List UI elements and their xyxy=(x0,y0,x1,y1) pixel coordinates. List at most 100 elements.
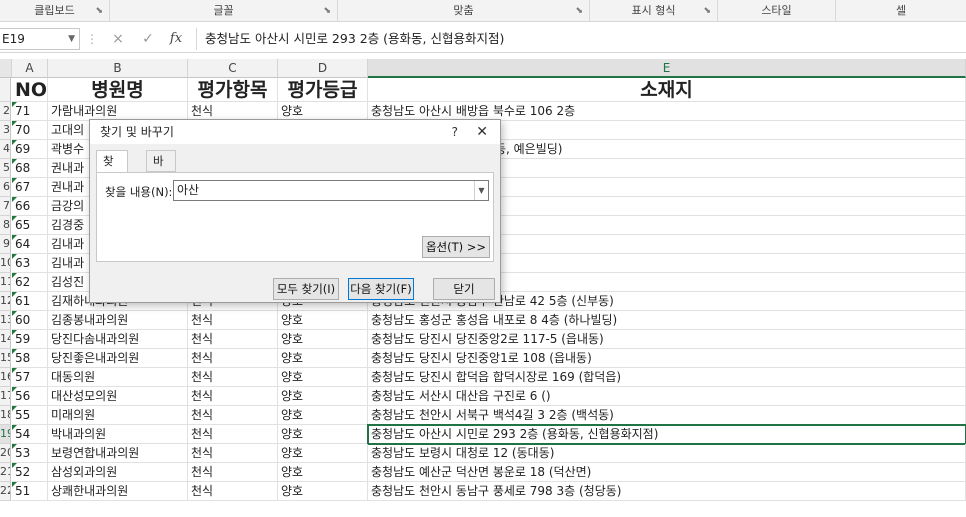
cell-no[interactable]: 51 xyxy=(12,482,48,501)
close-button[interactable]: 닫기 xyxy=(433,278,495,300)
row-header[interactable]: 7 xyxy=(0,197,11,216)
cell-no[interactable]: 54 xyxy=(12,425,48,444)
cell-eval-item[interactable]: 천식 xyxy=(188,406,278,425)
header-eval-item[interactable]: 평가항목 xyxy=(188,78,278,102)
options-button[interactable]: 옵션(T) >> xyxy=(422,236,490,258)
chevron-down-icon[interactable]: ▼ xyxy=(68,29,75,49)
cell-no[interactable]: 71 xyxy=(12,102,48,121)
name-box[interactable]: E19 ▼ xyxy=(0,28,80,50)
column-header-a[interactable]: A xyxy=(12,59,48,78)
find-what-input[interactable]: 아산 ▼ xyxy=(173,180,489,201)
cell-no[interactable]: 65 xyxy=(12,216,48,235)
cell-no[interactable]: 55 xyxy=(12,406,48,425)
tab-replace[interactable]: 바꾸기(P) xyxy=(146,150,176,228)
header-no[interactable]: NO xyxy=(12,78,48,102)
cell-no[interactable]: 53 xyxy=(12,444,48,463)
cell-eval-item[interactable]: 천식 xyxy=(188,463,278,482)
cell-address[interactable]: 충청남도 당진시 합덕읍 합덕시장로 169 (합덕읍) xyxy=(368,368,966,387)
row-header[interactable]: 6 xyxy=(0,178,11,197)
cell-no[interactable]: 70 xyxy=(12,121,48,140)
row-header[interactable]: 12 xyxy=(0,292,11,311)
cell-address[interactable]: 충청남도 서산시 대산읍 구진로 6 () xyxy=(368,387,966,406)
cell-no[interactable]: 66 xyxy=(12,197,48,216)
cell-no[interactable]: 68 xyxy=(12,159,48,178)
cell-eval-grade[interactable]: 양호 xyxy=(278,425,368,444)
row-header[interactable]: 3 xyxy=(0,121,11,140)
column-header-d[interactable]: D xyxy=(278,59,368,78)
cell-eval-item[interactable]: 천식 xyxy=(188,444,278,463)
chevron-down-icon[interactable]: ▼ xyxy=(474,181,488,200)
cell-no[interactable]: 67 xyxy=(12,178,48,197)
row-header[interactable]: 21 xyxy=(0,463,11,482)
cell-hospital-name[interactable]: 대산성모의원 xyxy=(48,387,188,406)
cell-eval-item[interactable]: 천식 xyxy=(188,349,278,368)
cell-hospital-name[interactable]: 상쾌한내과의원 xyxy=(48,482,188,501)
tab-find[interactable]: 찾기(D) xyxy=(96,150,128,208)
help-icon[interactable]: ? xyxy=(452,120,458,144)
dialog-launcher-icon[interactable]: ⬊ xyxy=(323,0,331,22)
cell-eval-grade[interactable]: 양호 xyxy=(278,311,368,330)
row-header[interactable]: 5 xyxy=(0,159,11,178)
cell-hospital-name[interactable]: 대동의원 xyxy=(48,368,188,387)
cell-no[interactable]: 58 xyxy=(12,349,48,368)
cell-hospital-name[interactable]: 보령연합내과의원 xyxy=(48,444,188,463)
cell-eval-item[interactable]: 천식 xyxy=(188,482,278,501)
cell-address[interactable]: 충청남도 보령시 대청로 12 (동대동) xyxy=(368,444,966,463)
row-header[interactable]: 18 xyxy=(0,406,11,425)
dialog-title-bar[interactable]: 찾기 및 바꾸기 ? ✕ xyxy=(90,120,500,144)
cell-hospital-name[interactable]: 당진다솜내과의원 xyxy=(48,330,188,349)
row-header[interactable]: 17 xyxy=(0,387,11,406)
dialog-launcher-icon[interactable]: ⬊ xyxy=(575,0,583,22)
cell-address[interactable]: 충청남도 아산시 시민로 293 2층 (용화동, 신협용화지점) xyxy=(368,425,966,444)
cell-hospital-name[interactable]: 당진좋은내과의원 xyxy=(48,349,188,368)
cell-eval-grade[interactable]: 양호 xyxy=(278,482,368,501)
cell-no[interactable]: 59 xyxy=(12,330,48,349)
enter-icon[interactable]: ✓ xyxy=(138,29,158,49)
cell-no[interactable]: 56 xyxy=(12,387,48,406)
header-hospital-name[interactable]: 병원명 xyxy=(48,78,188,102)
close-icon[interactable]: ✕ xyxy=(476,120,488,144)
cell-no[interactable]: 62 xyxy=(12,273,48,292)
cell-hospital-name[interactable]: 삼성외과의원 xyxy=(48,463,188,482)
cell-eval-item[interactable]: 천식 xyxy=(188,330,278,349)
cell-no[interactable]: 69 xyxy=(12,140,48,159)
cell-no[interactable]: 52 xyxy=(12,463,48,482)
cell-address[interactable]: 충청남도 예산군 덕산면 봉운로 18 (덕산면) xyxy=(368,463,966,482)
row-header[interactable]: 14 xyxy=(0,330,11,349)
cell-no[interactable]: 57 xyxy=(12,368,48,387)
cell-address[interactable]: 충청남도 당진시 당진중앙2로 117-5 (읍내동) xyxy=(368,330,966,349)
column-header-c[interactable]: C xyxy=(188,59,278,78)
cell-eval-grade[interactable]: 양호 xyxy=(278,387,368,406)
row-header[interactable]: 11 xyxy=(0,273,11,292)
cell-address[interactable]: 충청남도 천안시 동남구 풍세로 798 3층 (청당동) xyxy=(368,482,966,501)
cell-eval-grade[interactable]: 양호 xyxy=(278,349,368,368)
row-header[interactable]: 19 xyxy=(0,425,11,444)
row-header[interactable]: 4 xyxy=(0,140,11,159)
row-header[interactable]: 8 xyxy=(0,216,11,235)
formula-input[interactable]: 충청남도 아산시 시민로 293 2층 (용화동, 신협용화지점) xyxy=(196,28,966,50)
cell-eval-grade[interactable]: 양호 xyxy=(278,330,368,349)
dialog-launcher-icon[interactable]: ⬊ xyxy=(703,0,711,22)
find-next-button[interactable]: 다음 찾기(F) xyxy=(348,278,414,300)
cell-eval-grade[interactable]: 양호 xyxy=(278,368,368,387)
header-address[interactable]: 소재지 xyxy=(368,78,966,102)
row-header[interactable] xyxy=(0,78,11,102)
cell-no[interactable]: 60 xyxy=(12,311,48,330)
cell-address[interactable]: 충청남도 홍성군 홍성읍 내포로 8 4층 (하나빌딩) xyxy=(368,311,966,330)
cell-eval-item[interactable]: 천식 xyxy=(188,425,278,444)
column-header-e[interactable]: E xyxy=(368,59,966,78)
select-all-corner[interactable] xyxy=(0,59,12,78)
row-header[interactable]: 10 xyxy=(0,254,11,273)
cell-eval-item[interactable]: 천식 xyxy=(188,368,278,387)
cell-eval-item[interactable]: 천식 xyxy=(188,311,278,330)
cell-eval-grade[interactable]: 양호 xyxy=(278,444,368,463)
row-header[interactable]: 2 xyxy=(0,102,11,121)
cell-hospital-name[interactable]: 김종봉내과의원 xyxy=(48,311,188,330)
row-header[interactable]: 9 xyxy=(0,235,11,254)
cell-no[interactable]: 61 xyxy=(12,292,48,311)
cell-hospital-name[interactable]: 미래의원 xyxy=(48,406,188,425)
cancel-icon[interactable]: × xyxy=(108,29,128,49)
cell-address[interactable]: 충청남도 천안시 서북구 백석4길 3 2층 (백석동) xyxy=(368,406,966,425)
cell-no[interactable]: 64 xyxy=(12,235,48,254)
row-header[interactable]: 22 xyxy=(0,482,11,501)
